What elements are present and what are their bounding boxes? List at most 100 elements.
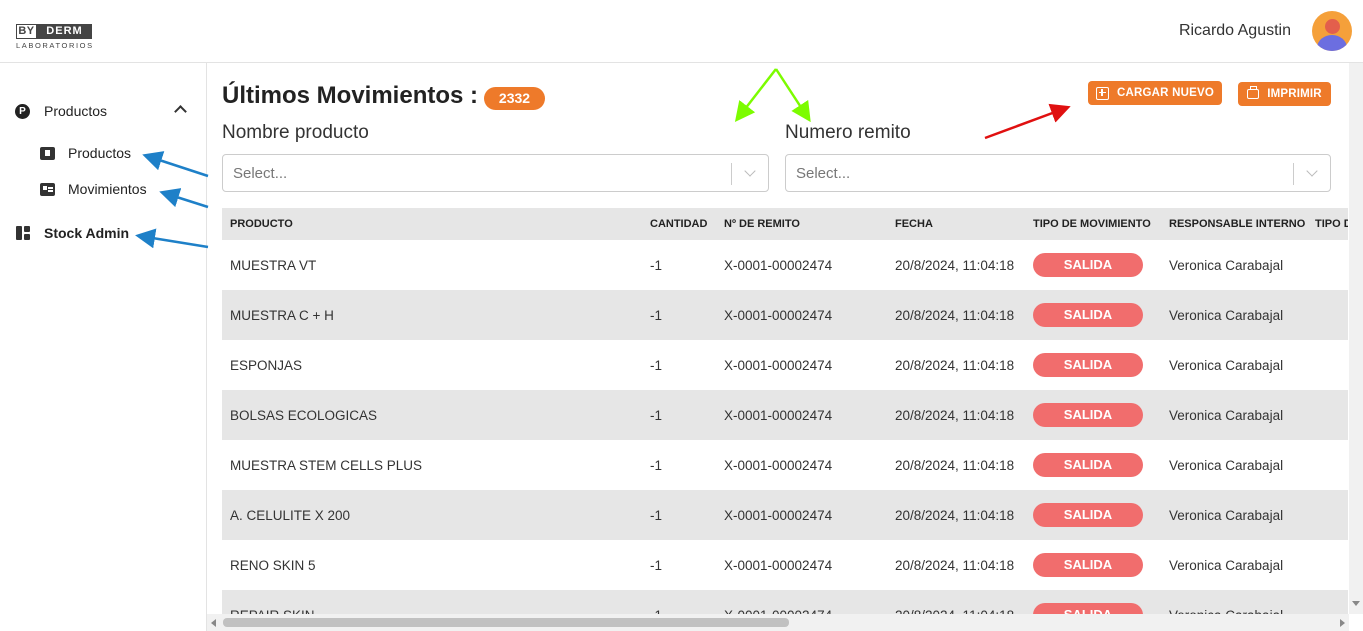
- scroll-left-arrow-icon[interactable]: [211, 619, 216, 627]
- cell-remito: X-0001-00002474: [716, 490, 887, 540]
- sidebar-item-stock-admin-label: Stock Admin: [44, 225, 130, 241]
- cell-tipo: SALIDA: [1025, 290, 1161, 340]
- scroll-down-arrow-icon[interactable]: [1352, 601, 1360, 606]
- box-icon: [40, 147, 55, 160]
- cell-remito: X-0001-00002474: [716, 440, 887, 490]
- movement-type-badge: SALIDA: [1033, 553, 1143, 577]
- chevron-down-icon[interactable]: [744, 165, 756, 177]
- column-header[interactable]: FECHA: [887, 208, 1025, 240]
- nombre-producto-select[interactable]: Select...: [222, 154, 769, 192]
- logo-by: BY: [16, 24, 37, 39]
- select-placeholder: Select...: [796, 165, 851, 182]
- user-name: Ricardo Agustin: [1178, 22, 1291, 39]
- cell-cantidad: -1: [642, 440, 716, 490]
- table-row[interactable]: REPAIR SKIN-1X-0001-0000247420/8/2024, 1…: [222, 590, 1348, 614]
- filter-label-numero-remito: Numero remito: [785, 122, 911, 143]
- numero-remito-select[interactable]: Select...: [785, 154, 1331, 192]
- cell-responsable: Veronica Carabajal: [1161, 390, 1307, 440]
- avatar-head-shape: [1325, 19, 1340, 34]
- chevron-down-icon[interactable]: [1306, 165, 1318, 177]
- cell-fecha: 20/8/2024, 11:04:18: [887, 390, 1025, 440]
- user-avatar[interactable]: [1312, 11, 1352, 51]
- cell-remito: X-0001-00002474: [716, 540, 887, 590]
- table-row[interactable]: MUESTRA STEM CELLS PLUS -1 X-0001-00002474…: [222, 440, 1348, 490]
- column-header[interactable]: PRODUCTO: [222, 208, 642, 240]
- table-row[interactable]: MUESTRA VT -1 X-0001-00002474 20/8/2024, 11…: [222, 240, 1348, 290]
- cell-fecha: 20/8/2024, 11:04:18: [887, 490, 1025, 540]
- logo-subtitle: LABORATORIOS: [16, 41, 94, 50]
- cell-tipo-d: [1307, 540, 1348, 590]
- avatar-body-shape: [1317, 35, 1347, 51]
- table-header-row: PRODUCTO CANTIDAD Nº DE REMITO FECHA TIPO DE…: [222, 208, 1348, 240]
- cell-remito: X-0001-00002474: [716, 590, 887, 614]
- movement-type-badge: SALIDA: [1033, 453, 1143, 477]
- cell-remito: X-0001-00002474: [716, 340, 887, 390]
- movement-type-badge: SALIDA: [1033, 353, 1143, 377]
- cell-tipo-d: [1307, 440, 1348, 490]
- imprimir-label: IMPRIMIR: [1267, 88, 1322, 100]
- cell-producto: BOLSAS ECOLOGICAS: [222, 390, 642, 440]
- page-title: Últimos Movimientos :: [222, 82, 479, 109]
- cell-tipo-d: [1307, 390, 1348, 440]
- scroll-right-arrow-icon[interactable]: [1340, 619, 1345, 627]
- cell-fecha: 20/8/2024, 11:04:18: [887, 340, 1025, 390]
- cell-tipo: SALIDA: [1025, 590, 1161, 614]
- movements-table: PRODUCTO CANTIDAD Nº DE REMITO FECHA TIPO DE…: [222, 208, 1348, 614]
- cargar-nuevo-label: CARGAR NUEVO: [1117, 87, 1214, 99]
- filter-label-nombre-producto: Nombre producto: [222, 122, 369, 143]
- cell-remito: X-0001-00002474: [716, 240, 887, 290]
- horizontal-scrollbar[interactable]: [207, 614, 1349, 631]
- cell-tipo: SALIDA: [1025, 340, 1161, 390]
- movement-type-badge: SALIDA: [1033, 603, 1143, 614]
- column-header[interactable]: RESPONSABLE INTERNO: [1161, 208, 1307, 240]
- cell-fecha: 20/8/2024, 11:04:18: [887, 440, 1025, 490]
- imprimir-button[interactable]: IMPRIMIR: [1238, 82, 1331, 106]
- select-separator: [1293, 163, 1294, 185]
- green-annotation-arrow-right: [774, 68, 811, 123]
- select-separator: [731, 163, 732, 185]
- sidebar-item-movimientos-label: Movimientos: [68, 181, 147, 197]
- cargar-nuevo-button[interactable]: CARGAR NUEVO: [1088, 81, 1222, 105]
- table-row[interactable]: A. CELULITE X 200 -1 X-0001-00002474 20/8/2…: [222, 490, 1348, 540]
- table-row[interactable]: RENO SKIN 5 -1 X-0001-00002474 20/8/2024, 1…: [222, 540, 1348, 590]
- column-header[interactable]: CANTIDAD: [642, 208, 716, 240]
- column-header[interactable]: TIPO D: [1307, 208, 1348, 240]
- cell-tipo-d: [1307, 490, 1348, 540]
- column-header[interactable]: TIPO DE MOVIMIENTO: [1025, 208, 1161, 240]
- cell-cantidad: -1: [642, 290, 716, 340]
- sidebar-group-label: Productos: [44, 103, 108, 119]
- horizontal-scroll-thumb[interactable]: [223, 618, 789, 627]
- cell-responsable: Veronica Carabajal: [1161, 290, 1307, 340]
- cell-cantidad: -1: [642, 340, 716, 390]
- logo-derm: DERM: [37, 24, 92, 39]
- table-row[interactable]: MUESTRA C + H -1 X-0001-00002474 20/8/2024,…: [222, 290, 1348, 340]
- cell-tipo: SALIDA: [1025, 240, 1161, 290]
- cell-tipo-d: [1307, 290, 1348, 340]
- movement-type-badge: SALIDA: [1033, 403, 1143, 427]
- byderm-logo[interactable]: BY DERM LABORATORIOS: [16, 24, 94, 52]
- printer-icon: [1247, 86, 1260, 99]
- select-placeholder: Select...: [233, 165, 288, 182]
- movements-table-container[interactable]: PRODUCTO CANTIDAD Nº DE REMITO FECHA TIPO DE…: [222, 208, 1348, 614]
- cell-responsable: Veronica Carabajal: [1161, 340, 1307, 390]
- cell-responsable: Veronica Carabajal: [1161, 240, 1307, 290]
- movement-type-badge: SALIDA: [1033, 303, 1143, 327]
- cell-tipo: SALIDA: [1025, 490, 1161, 540]
- cell-producto: MUESTRA VT: [222, 240, 642, 290]
- cell-fecha: 20/8/2024, 11:04:18: [887, 290, 1025, 340]
- movement-type-badge: SALIDA: [1033, 253, 1143, 277]
- table-row[interactable]: BOLSAS ECOLOGICAS -1 X-0001-00002474 20/8/2…: [222, 390, 1348, 440]
- id-card-icon: [40, 183, 55, 196]
- cell-producto: A. CELULITE X 200: [222, 490, 642, 540]
- cell-fecha: 20/8/2024, 11:04:18: [887, 540, 1025, 590]
- vertical-scrollbar[interactable]: [1349, 63, 1363, 614]
- cell-fecha: 20/8/2024, 11:04:18: [887, 590, 1025, 614]
- cell-producto: REPAIR SKIN: [222, 590, 642, 614]
- column-header[interactable]: Nº DE REMITO: [716, 208, 887, 240]
- cell-producto: RENO SKIN 5: [222, 540, 642, 590]
- table-row[interactable]: ESPONJAS -1 X-0001-00002474 20/8/2024, 11:0…: [222, 340, 1348, 390]
- cell-tipo: SALIDA: [1025, 390, 1161, 440]
- green-annotation-arrow-left: [734, 68, 777, 122]
- dashboard-icon: [16, 226, 30, 240]
- cell-tipo-d: [1307, 240, 1348, 290]
